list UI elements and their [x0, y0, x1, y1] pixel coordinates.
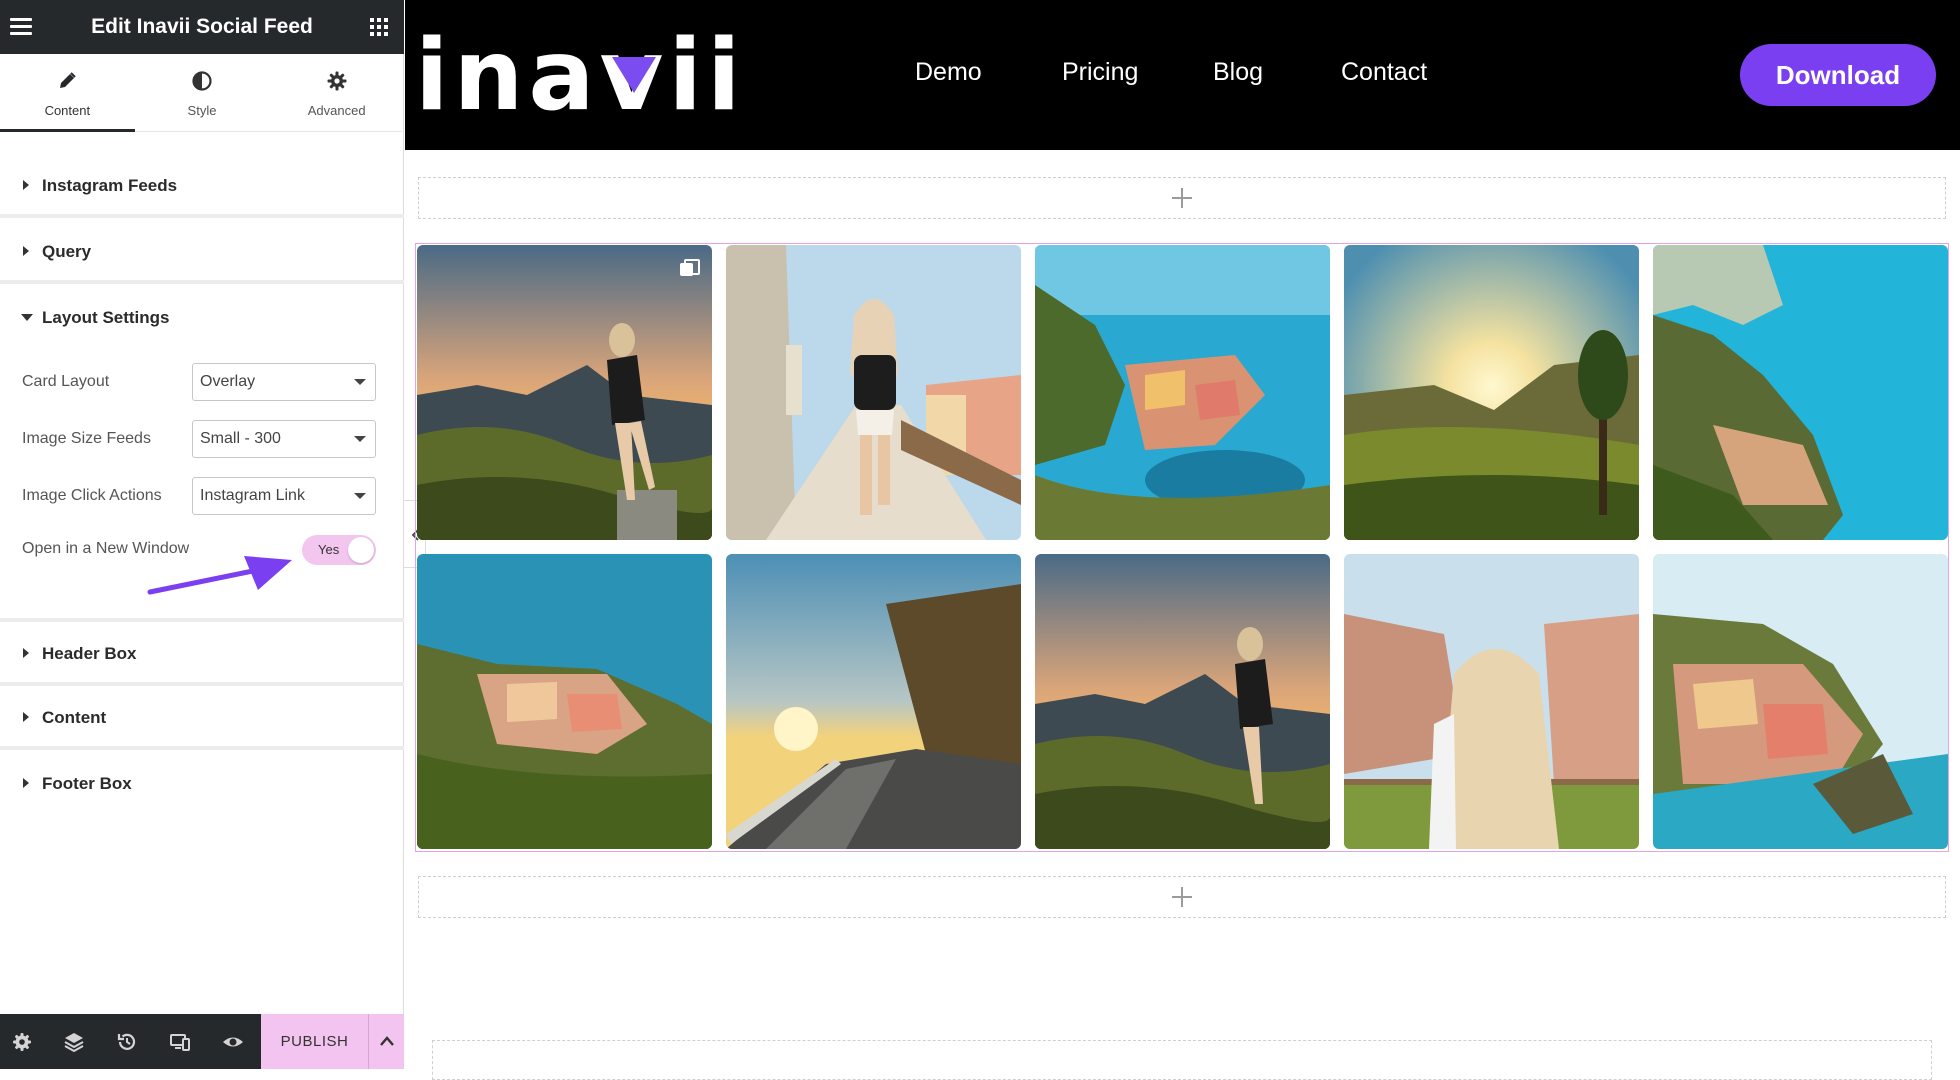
add-section-zone[interactable] — [418, 876, 1946, 918]
publish-button[interactable]: PUBLISH — [261, 1014, 368, 1069]
card-layout-value: Overlay — [200, 373, 256, 390]
nav-demo[interactable]: Demo — [915, 58, 982, 87]
section-label: Instagram Feeds — [42, 176, 178, 195]
tab-style-label: Style — [187, 103, 217, 118]
caret-right-icon — [23, 180, 29, 190]
empty-drop-zone[interactable] — [432, 1040, 1932, 1080]
feed-photo[interactable] — [1344, 554, 1639, 849]
toggle-state-text: Yes — [318, 542, 340, 557]
chevron-down-icon — [354, 379, 366, 385]
image-size-label: Image Size Feeds — [22, 430, 151, 447]
publish-options-button[interactable] — [368, 1014, 404, 1069]
panel-tabs: Content Style Advanced — [0, 54, 404, 132]
panel-header: Edit Inavii Social Feed — [0, 0, 404, 54]
section-label: Content — [42, 708, 107, 727]
card-layout-label: Card Layout — [22, 373, 110, 390]
photo-turquoise-coast-icon — [1653, 245, 1948, 540]
tab-content[interactable]: Content — [0, 54, 135, 132]
history-icon[interactable] — [115, 1030, 139, 1054]
card-layout-select[interactable]: Overlay — [192, 363, 376, 401]
site-logo[interactable]: inav ii — [415, 26, 746, 126]
feed-photo[interactable] — [726, 554, 1021, 849]
section-label: Footer Box — [42, 774, 132, 793]
caret-right-icon — [23, 648, 29, 658]
section-label: Layout Settings — [42, 308, 170, 327]
feed-photo[interactable] — [726, 245, 1021, 540]
section-header-box[interactable]: Header Box — [0, 618, 404, 686]
section-layout-settings[interactable]: Layout Settings — [0, 286, 404, 350]
photo-manarola-village-icon — [1653, 554, 1948, 849]
tab-style[interactable]: Style — [135, 54, 270, 131]
plus-icon — [1172, 188, 1192, 208]
panel-title: Edit Inavii Social Feed — [91, 15, 313, 38]
section-instagram-feeds[interactable]: Instagram Feeds — [0, 154, 404, 218]
nav-blog[interactable]: Blog — [1213, 58, 1263, 87]
chevron-down-icon — [354, 493, 366, 499]
download-button[interactable]: Download — [1740, 44, 1936, 106]
feed-photo[interactable] — [1035, 245, 1330, 540]
caret-right-icon — [23, 712, 29, 722]
chevron-up-icon — [380, 1036, 394, 1046]
half-circle-icon — [192, 71, 212, 91]
layers-icon[interactable] — [62, 1030, 86, 1054]
section-content[interactable]: Content — [0, 686, 404, 750]
editor-panel: Edit Inavii Social Feed Content Style Ad… — [0, 0, 404, 1069]
caret-down-icon — [21, 314, 33, 321]
logo-text-end: ii — [668, 19, 746, 133]
tab-content-label: Content — [44, 103, 91, 118]
settings-icon[interactable] — [10, 1030, 34, 1054]
preview-eye-icon[interactable] — [221, 1030, 245, 1054]
nav-contact[interactable]: Contact — [1341, 58, 1427, 87]
logo-text-start: ina — [415, 19, 600, 133]
photo-sunset-hills-icon — [1344, 245, 1639, 540]
logo-triangle-icon — [611, 57, 656, 93]
nav-pricing[interactable]: Pricing — [1062, 58, 1138, 87]
photo-woman-on-cliff-2-icon — [1035, 554, 1330, 849]
section-query[interactable]: Query — [0, 220, 404, 284]
image-size-select[interactable]: Small - 300 — [192, 420, 376, 458]
click-actions-select[interactable]: Instagram Link — [192, 477, 376, 515]
gear-icon — [327, 71, 347, 91]
widgets-grid-icon[interactable] — [370, 18, 388, 36]
click-actions-value: Instagram Link — [200, 487, 305, 504]
feed-photo[interactable] — [1035, 554, 1330, 849]
photo-vernazza-harbor-icon — [1035, 245, 1330, 540]
feed-photo[interactable] — [417, 554, 712, 849]
feed-photo[interactable] — [1653, 245, 1948, 540]
section-label: Header Box — [42, 644, 137, 663]
chevron-down-icon — [354, 436, 366, 442]
multi-image-icon — [680, 259, 700, 277]
photo-coastal-road-icon — [726, 554, 1021, 849]
logo-v-letter: v — [599, 19, 669, 133]
annotation-arrow-icon — [147, 556, 292, 595]
photo-blonde-woman-village-icon — [1344, 554, 1639, 849]
caret-right-icon — [23, 246, 29, 256]
image-size-value: Small - 300 — [200, 430, 281, 447]
caret-right-icon — [23, 778, 29, 788]
hamburger-menu-icon[interactable] — [10, 15, 34, 39]
panel-footer-bar: PUBLISH — [0, 1014, 404, 1069]
photo-woman-walking-path-icon — [726, 245, 1021, 540]
photo-corniglia-village-icon — [417, 554, 712, 849]
feed-photo[interactable] — [417, 245, 712, 540]
plus-icon — [1172, 887, 1192, 907]
tab-advanced[interactable]: Advanced — [269, 54, 404, 131]
pencil-icon — [60, 72, 77, 88]
section-footer-box[interactable]: Footer Box — [0, 752, 404, 816]
click-actions-label: Image Click Actions — [22, 487, 162, 504]
add-section-zone[interactable] — [418, 177, 1946, 219]
responsive-icon[interactable] — [168, 1030, 192, 1054]
feed-photo[interactable] — [1344, 245, 1639, 540]
feed-photo[interactable] — [1653, 554, 1948, 849]
new-window-toggle[interactable]: Yes — [302, 535, 376, 565]
toggle-knob — [348, 537, 374, 563]
tab-advanced-label: Advanced — [307, 103, 366, 118]
photo-woman-on-cliff-icon — [417, 245, 712, 540]
section-label: Query — [42, 242, 92, 261]
